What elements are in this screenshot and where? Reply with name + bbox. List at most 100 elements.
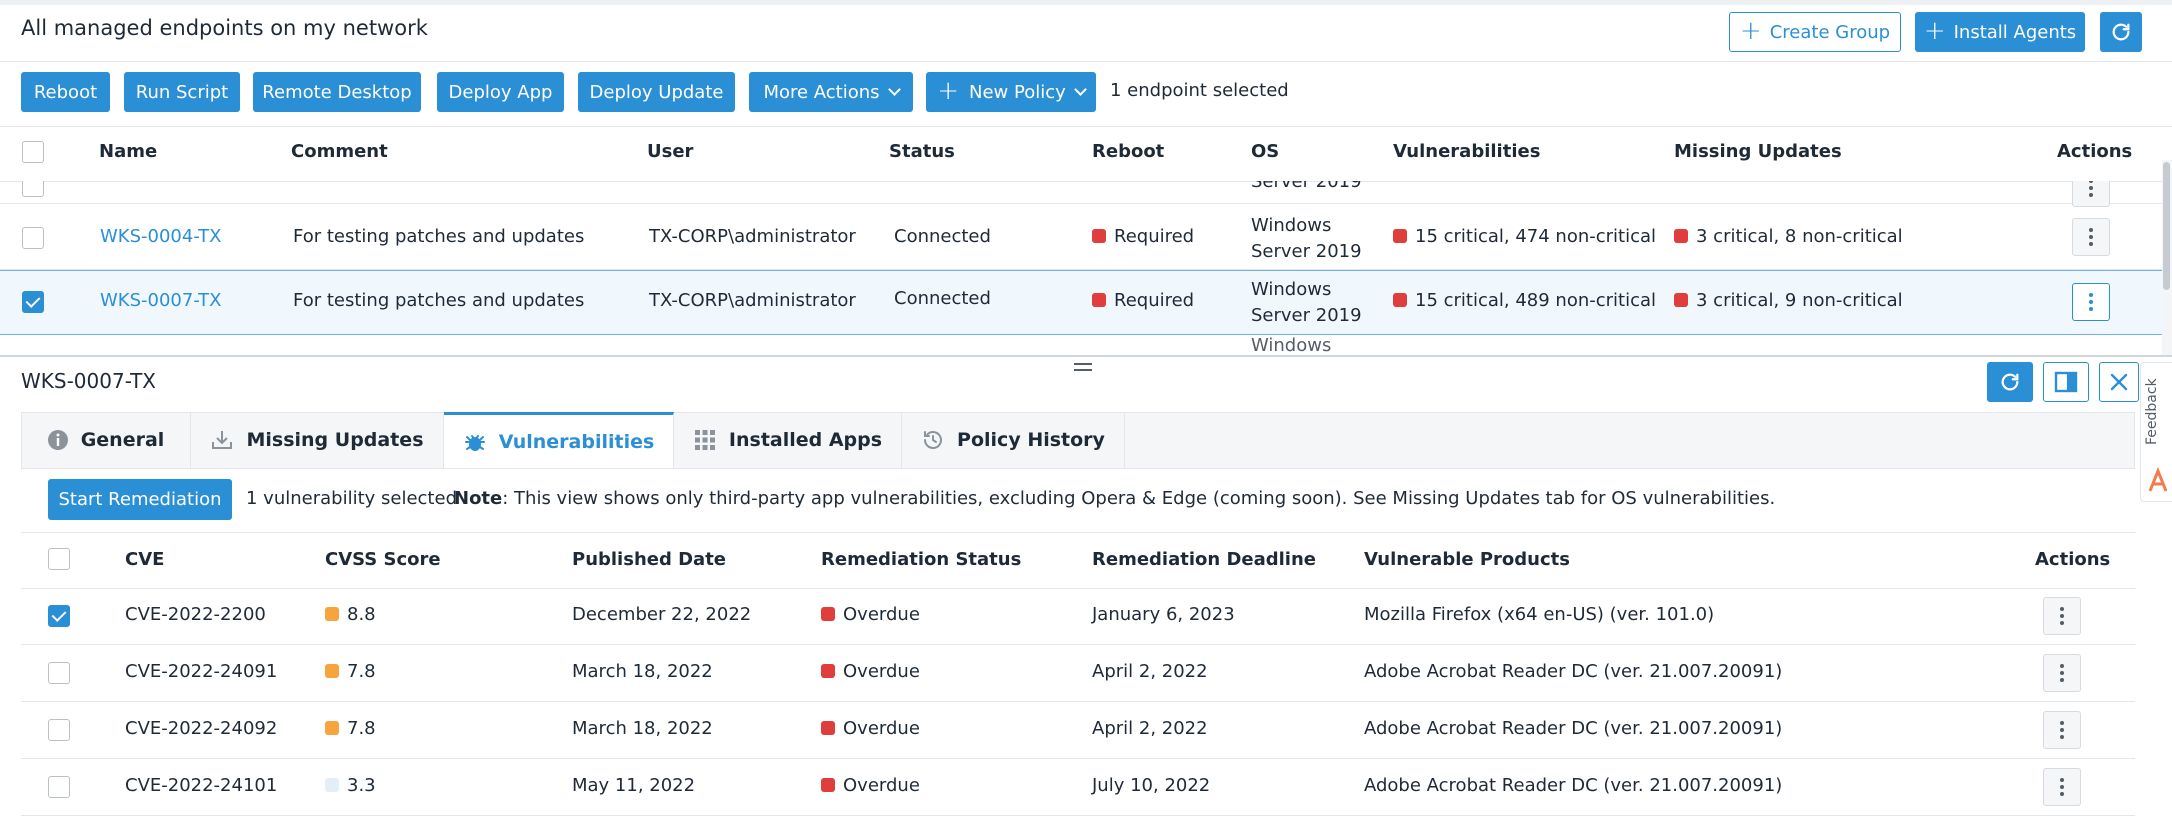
row-checkbox[interactable] xyxy=(48,719,70,741)
select-all-endpoints-checkbox[interactable] xyxy=(22,141,44,163)
os-cell: Windows Server 2019 xyxy=(1251,213,1362,265)
column-header-user[interactable]: User xyxy=(647,141,693,162)
remediation-deadline-cell: January 6, 2023 xyxy=(1092,604,1235,625)
column-header-remediation-deadline[interactable]: Remediation Deadline xyxy=(1092,549,1316,570)
column-header-status[interactable]: Status xyxy=(889,141,955,162)
tab-policy-history[interactable]: Policy History xyxy=(902,412,1125,468)
divider xyxy=(21,532,2135,533)
row-actions-button[interactable] xyxy=(2043,711,2081,749)
refresh-button[interactable] xyxy=(2100,12,2142,52)
critical-status-dot xyxy=(1393,229,1407,243)
more-actions-dropdown[interactable]: More Actions xyxy=(749,72,913,112)
column-header-vulnerable-products[interactable]: Vulnerable Products xyxy=(1364,549,1570,570)
critical-status-dot xyxy=(1393,293,1407,307)
column-header-actions: Actions xyxy=(2035,549,2111,570)
panel-splitter[interactable] xyxy=(0,355,2172,357)
cvss-score-cell: 8.8 xyxy=(325,604,376,625)
vulnerability-selection-count: 1 vulnerability selected xyxy=(246,488,457,509)
row-checkbox-checked[interactable] xyxy=(22,291,44,313)
close-panel-button[interactable] xyxy=(2099,362,2139,402)
row-actions-button[interactable] xyxy=(2043,654,2081,692)
row-checkbox[interactable] xyxy=(22,227,44,249)
endpoint-name-link[interactable]: WKS-0004-TX xyxy=(100,226,222,247)
os-cell: Server 2019 xyxy=(1251,181,1362,192)
column-header-vulnerabilities[interactable]: Vulnerabilities xyxy=(1393,141,1540,162)
table-row[interactable]: Windows xyxy=(0,335,2162,355)
column-header-cve[interactable]: CVE xyxy=(125,549,164,570)
row-actions-button[interactable] xyxy=(2072,283,2110,321)
row-actions-button[interactable] xyxy=(2072,218,2110,256)
os-cell: Windows xyxy=(1251,335,1332,355)
os-line: Windows xyxy=(1251,215,1332,236)
table-row-selected[interactable]: CVE-2022-2200 8.8 December 22, 2022 Over… xyxy=(21,588,2135,645)
close-icon xyxy=(2110,373,2128,391)
plus-icon: + xyxy=(1739,15,1762,46)
os-line: Windows xyxy=(1251,279,1332,300)
tab-installed-apps[interactable]: Installed Apps xyxy=(674,412,902,468)
start-remediation-button[interactable]: Start Remediation xyxy=(48,479,232,520)
table-row[interactable]: Server 2019 xyxy=(0,181,2162,207)
os-line: Server 2019 xyxy=(1251,305,1362,326)
note-label: Note xyxy=(454,488,503,509)
row-actions-button[interactable] xyxy=(2043,597,2081,635)
table-row[interactable]: CVE-2022-24092 7.8 March 18, 2022 Overdu… xyxy=(21,702,2135,759)
tab-label: Missing Updates xyxy=(246,429,424,451)
create-group-label: Create Group xyxy=(1769,21,1891,43)
table-row[interactable]: WKS-0004-TX For testing patches and upda… xyxy=(0,205,2162,270)
deploy-update-button[interactable]: Deploy Update xyxy=(578,72,735,112)
row-checkbox[interactable] xyxy=(48,662,70,684)
remote-desktop-button[interactable]: Remote Desktop xyxy=(253,72,421,112)
row-actions-button[interactable] xyxy=(2043,768,2081,806)
user-cell: TX-CORP\administrator xyxy=(649,290,856,311)
deploy-app-button[interactable]: Deploy App xyxy=(437,72,564,112)
resize-grip-icon[interactable] xyxy=(1074,363,1092,371)
select-all-vulnerabilities-checkbox[interactable] xyxy=(48,548,70,570)
tab-general[interactable]: General xyxy=(21,412,191,468)
row-checkbox[interactable] xyxy=(22,181,44,197)
overdue-status-dot xyxy=(821,721,835,735)
critical-status-dot xyxy=(1674,293,1688,307)
table-row[interactable]: CVE-2022-24101 3.3 May 11, 2022 Overdue … xyxy=(21,759,2135,816)
table-row-selected[interactable]: WKS-0007-TX For testing patches and upda… xyxy=(0,270,2162,335)
cve-cell: CVE-2022-24091 xyxy=(125,661,278,682)
column-header-published-date[interactable]: Published Date xyxy=(572,549,726,570)
column-header-os[interactable]: OS xyxy=(1251,141,1279,162)
tab-missing-updates[interactable]: Missing Updates xyxy=(191,412,444,468)
published-date-cell: March 18, 2022 xyxy=(572,661,713,682)
tab-label: Vulnerabilities xyxy=(498,430,655,453)
score-value: 7.8 xyxy=(347,718,376,739)
chevron-down-icon xyxy=(887,83,901,96)
cvss-score-cell: 7.8 xyxy=(325,661,376,682)
row-checkbox-checked[interactable] xyxy=(48,605,70,627)
dock-panel-button[interactable] xyxy=(2043,362,2089,402)
feedback-label[interactable]: Feedback xyxy=(2144,378,2160,445)
row-actions-button[interactable] xyxy=(2072,181,2110,207)
run-script-button[interactable]: Run Script xyxy=(124,72,240,112)
tab-vulnerabilities[interactable]: Vulnerabilities xyxy=(444,412,674,468)
missing-updates-value: 3 critical, 9 non-critical xyxy=(1696,290,1903,311)
column-header-remediation-status[interactable]: Remediation Status xyxy=(821,549,1021,570)
column-header-cvss-score[interactable]: CVSS Score xyxy=(325,549,441,570)
status-value: Overdue xyxy=(843,775,920,796)
score-value: 7.8 xyxy=(347,661,376,682)
refresh-icon xyxy=(2001,373,2019,391)
row-checkbox[interactable] xyxy=(48,776,70,798)
create-group-button[interactable]: + Create Group xyxy=(1729,12,1901,52)
endpoint-name-link[interactable]: WKS-0007-TX xyxy=(100,290,222,311)
remediation-status-cell: Overdue xyxy=(821,661,920,682)
info-icon xyxy=(47,430,68,450)
install-agents-button[interactable]: + Install Agents xyxy=(1915,12,2085,52)
column-header-missing-updates[interactable]: Missing Updates xyxy=(1674,141,1842,162)
endpoints-scrollbar-thumb[interactable] xyxy=(2163,162,2170,290)
table-row[interactable]: CVE-2022-24091 7.8 March 18, 2022 Overdu… xyxy=(21,645,2135,702)
comment-cell: For testing patches and updates xyxy=(293,290,585,311)
column-header-name[interactable]: Name xyxy=(99,141,157,162)
endpoints-table-body[interactable]: Server 2019 WKS-0004-TX For testing patc… xyxy=(0,181,2162,355)
new-policy-dropdown[interactable]: + New Policy xyxy=(926,72,1096,112)
reboot-button[interactable]: Reboot xyxy=(21,72,110,112)
detail-refresh-button[interactable] xyxy=(1987,362,2033,402)
overdue-status-dot xyxy=(821,778,835,792)
column-header-reboot[interactable]: Reboot xyxy=(1092,141,1164,162)
column-header-comment[interactable]: Comment xyxy=(291,141,388,162)
remediation-status-cell: Overdue xyxy=(821,718,920,739)
